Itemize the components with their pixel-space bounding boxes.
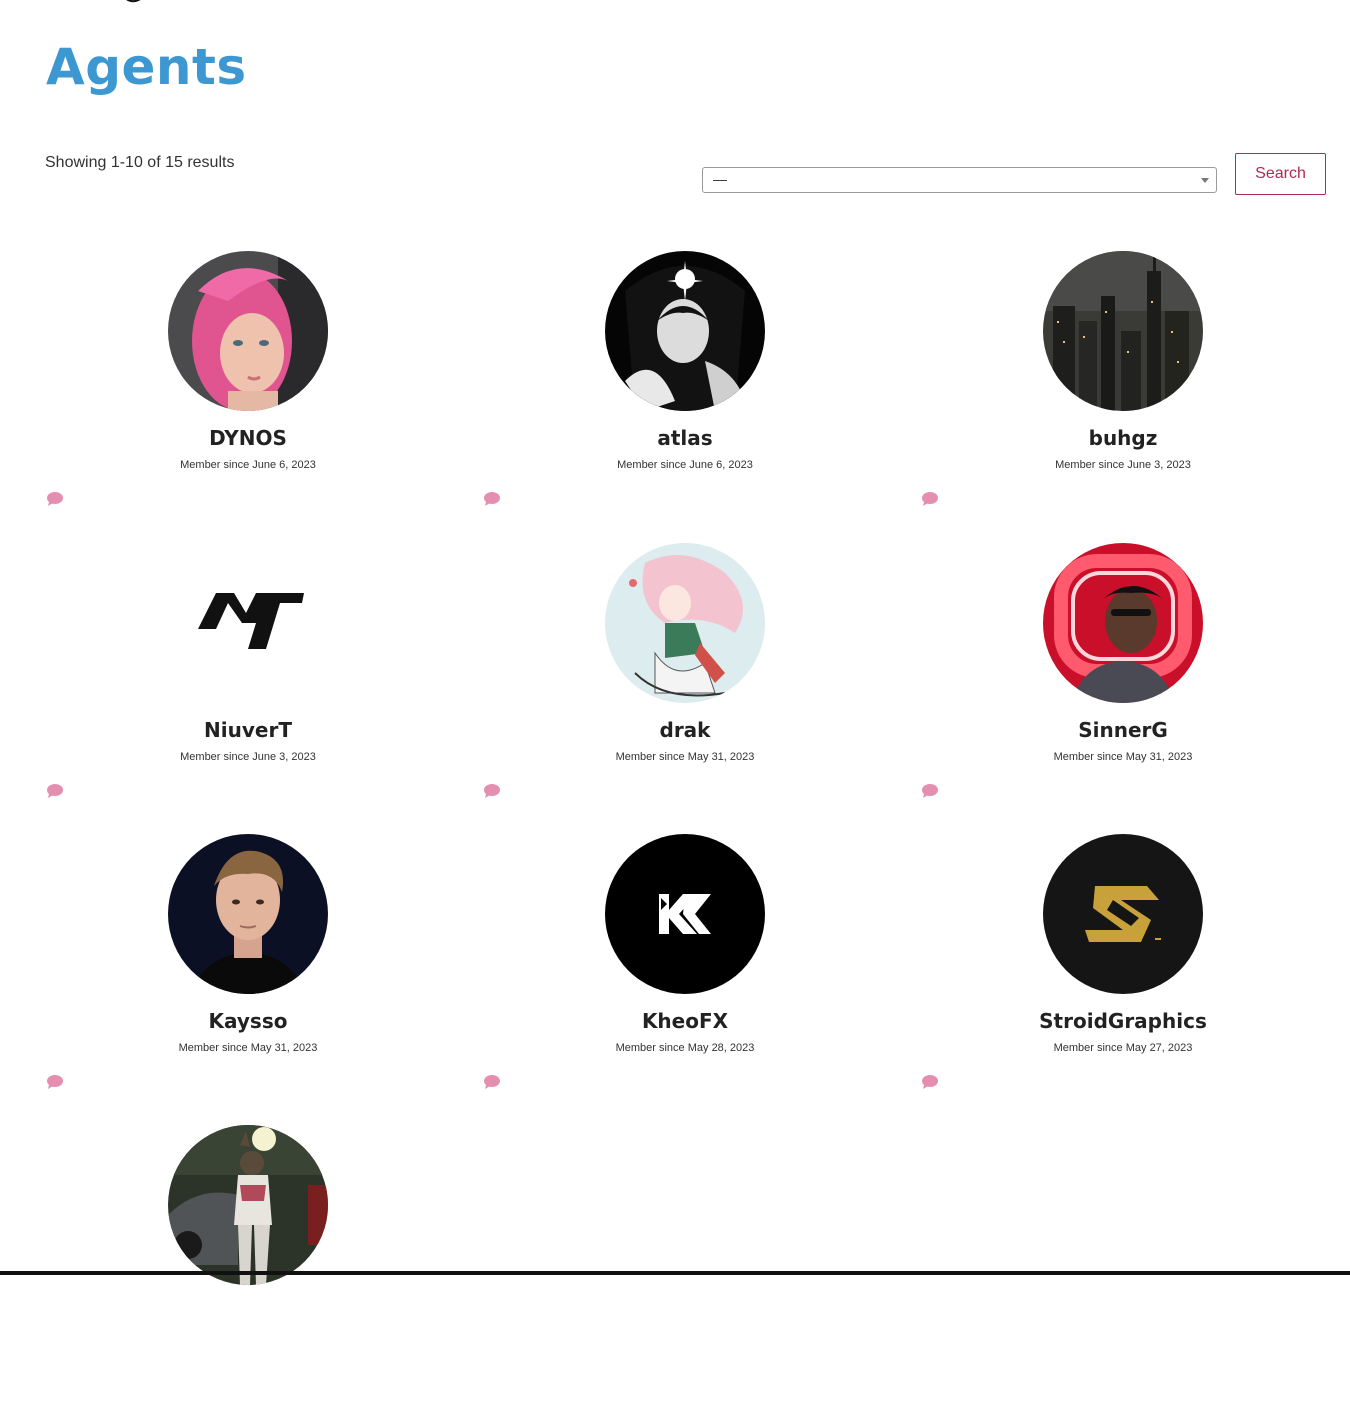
agent-avatar[interactable] xyxy=(1043,834,1203,994)
message-icon[interactable] xyxy=(46,491,64,507)
agent-card: buhgz Member since June 3, 2023 xyxy=(921,251,1350,531)
message-icon[interactable] xyxy=(46,783,64,799)
search-button[interactable]: Search xyxy=(1235,153,1326,195)
agent-name[interactable]: NiuverT xyxy=(46,718,450,742)
agent-name[interactable]: KheoFX xyxy=(483,1009,887,1033)
agent-avatar[interactable] xyxy=(605,251,765,411)
agent-avatar[interactable] xyxy=(168,251,328,411)
agent-card: drak Member since May 31, 2023 xyxy=(483,543,921,823)
site-logo-fragment xyxy=(126,0,141,3)
agent-card: Kaysso Member since May 31, 2023 xyxy=(46,834,484,1114)
agent-avatar[interactable] xyxy=(1043,543,1203,703)
agent-name[interactable]: SinnerG xyxy=(921,718,1325,742)
agent-avatar[interactable] xyxy=(605,834,765,994)
agent-name[interactable]: buhgz xyxy=(921,426,1325,450)
agent-name[interactable]: DYNOS xyxy=(46,426,450,450)
agent-member-since: Member since May 31, 2023 xyxy=(615,751,755,763)
page-title: Agents xyxy=(46,38,247,96)
agent-member-since: Member since June 6, 2023 xyxy=(617,459,753,471)
agent-card: NiuverT Member since June 3, 2023 xyxy=(46,543,484,823)
message-icon[interactable] xyxy=(921,491,939,507)
agent-member-since: Member since May 27, 2023 xyxy=(1053,1042,1193,1054)
agent-avatar[interactable] xyxy=(168,543,328,703)
agent-member-since: Member since June 3, 2023 xyxy=(180,751,316,763)
agent-member-since: Member since May 31, 2023 xyxy=(178,1042,318,1054)
agent-name[interactable]: StroidGraphics xyxy=(921,1009,1325,1033)
agent-card xyxy=(46,1125,484,1405)
agent-name[interactable]: atlas xyxy=(483,426,887,450)
dropdown-arrow-icon xyxy=(1201,178,1209,183)
agent-card: StroidGraphics Member since May 27, 2023 xyxy=(921,834,1350,1114)
agent-avatar[interactable] xyxy=(605,543,765,703)
agent-name[interactable]: drak xyxy=(483,718,887,742)
results-count: Showing 1-10 of 15 results xyxy=(45,154,235,171)
agent-member-since: Member since May 28, 2023 xyxy=(615,1042,755,1054)
message-icon[interactable] xyxy=(921,1074,939,1090)
message-icon[interactable] xyxy=(483,491,501,507)
bottom-bar xyxy=(0,1271,1350,1275)
agent-member-since: Member since June 3, 2023 xyxy=(1055,459,1191,471)
message-icon[interactable] xyxy=(46,1074,64,1090)
message-icon[interactable] xyxy=(483,783,501,799)
agent-avatar[interactable] xyxy=(168,834,328,994)
agent-name[interactable]: Kaysso xyxy=(46,1009,450,1033)
agent-card: KheoFX Member since May 28, 2023 xyxy=(483,834,921,1114)
message-icon[interactable] xyxy=(483,1074,501,1090)
agent-card: atlas Member since June 6, 2023 xyxy=(483,251,921,531)
message-icon[interactable] xyxy=(921,783,939,799)
agent-card: DYNOS Member since June 6, 2023 xyxy=(46,251,484,531)
agent-filter-select[interactable]: — xyxy=(702,167,1217,193)
agent-member-since: Member since May 31, 2023 xyxy=(1053,751,1193,763)
filter-selected-value: — xyxy=(713,171,727,187)
agent-card: SinnerG Member since May 31, 2023 xyxy=(921,543,1350,823)
agent-avatar[interactable] xyxy=(1043,251,1203,411)
agent-avatar[interactable] xyxy=(168,1125,328,1285)
agent-member-since: Member since June 6, 2023 xyxy=(180,459,316,471)
